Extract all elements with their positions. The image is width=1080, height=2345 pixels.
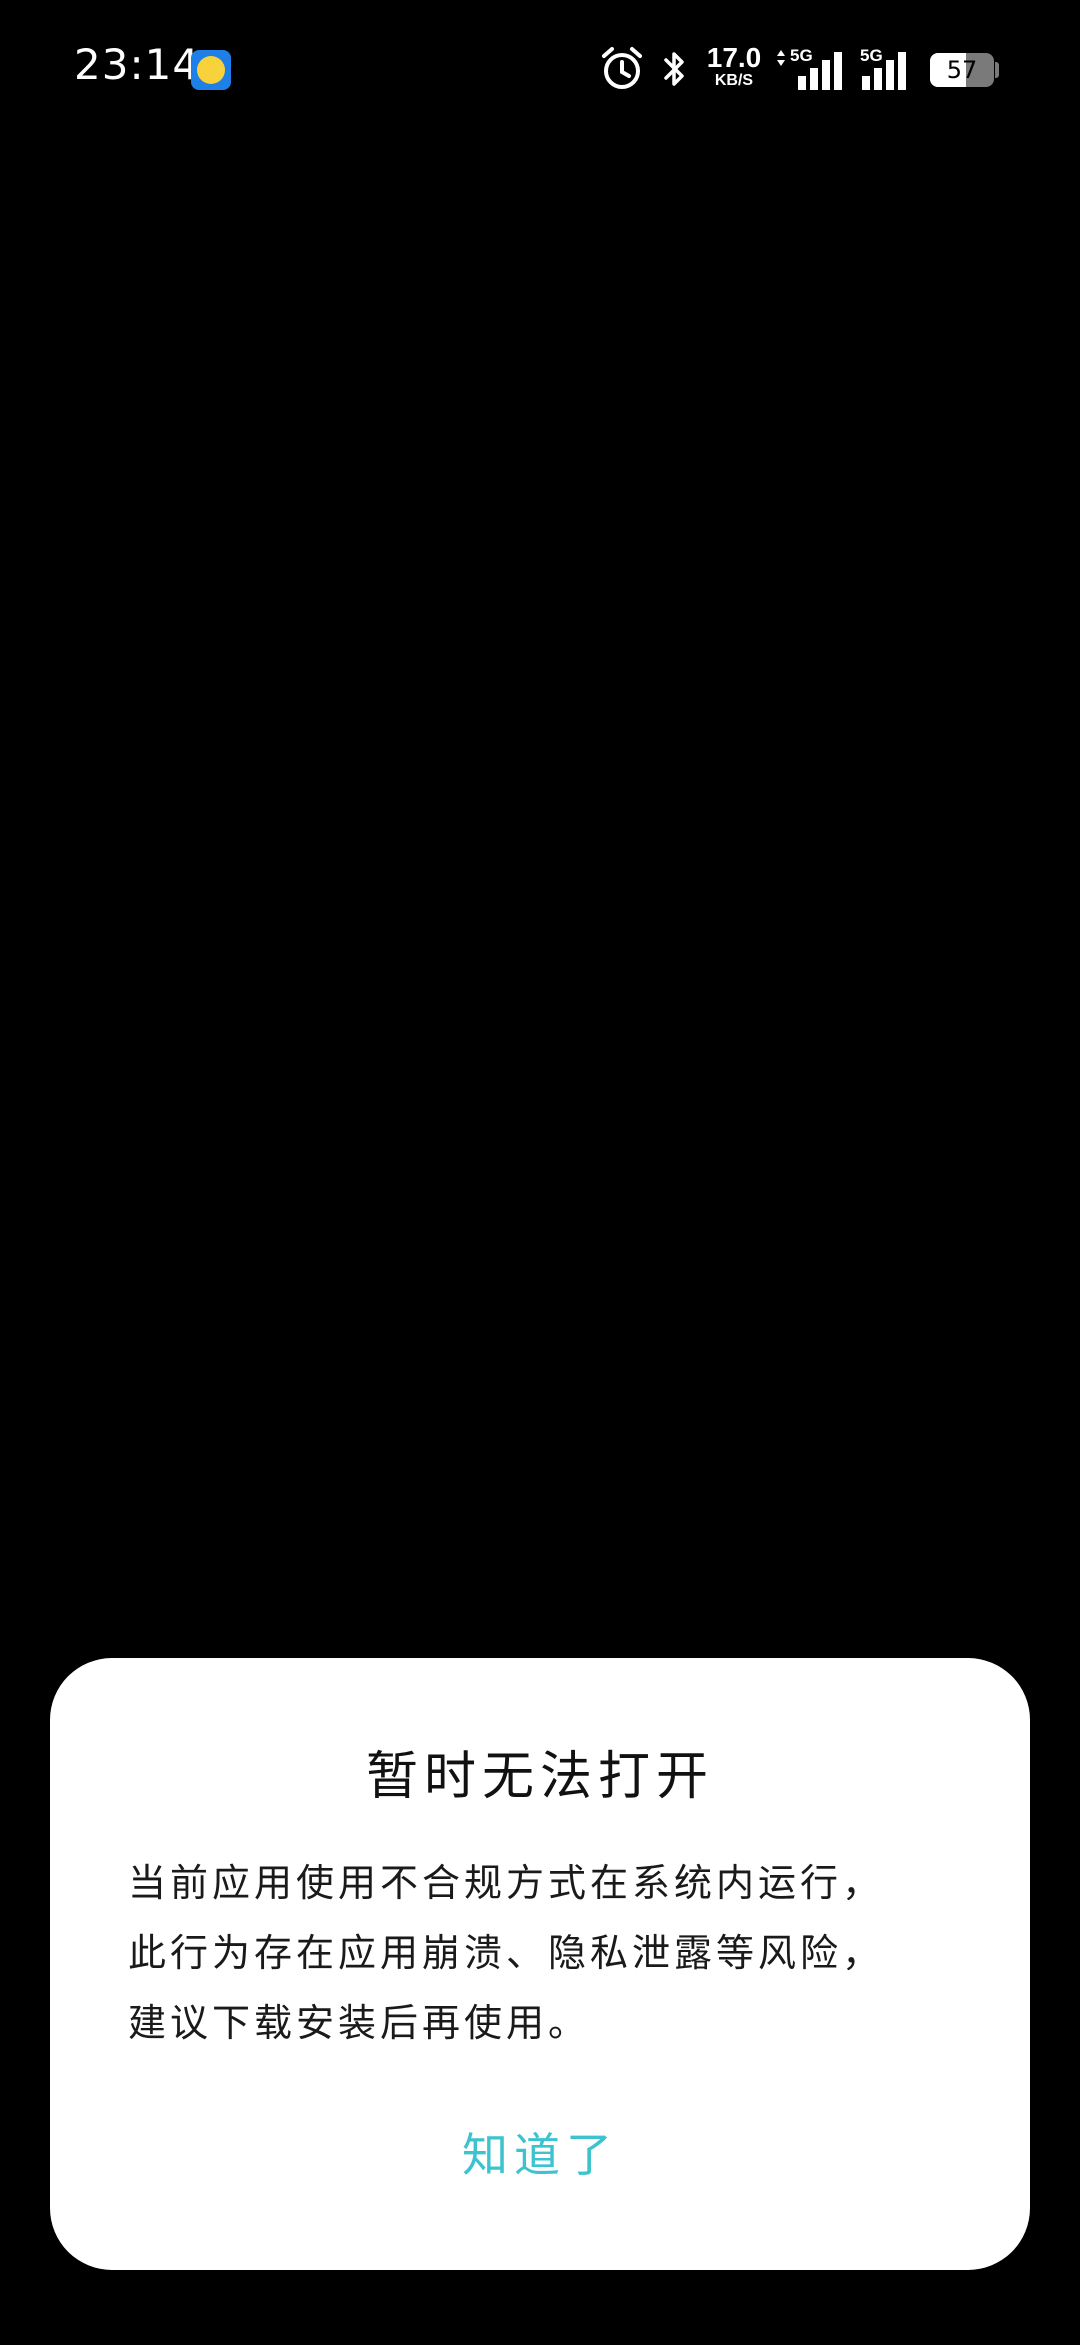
cannot-open-dialog: 暂时无法打开 当前应用使用不合规方式在系统内运行， 此行为存在应用崩溃、隐私泄露… [50, 1658, 1030, 2270]
battery-tip [995, 62, 999, 78]
got-it-button[interactable]: 知道了 [390, 2110, 690, 2200]
bluetooth-icon [664, 52, 684, 86]
network-speed-unit: KB/S [714, 72, 754, 89]
sim2-signal-icon [862, 52, 906, 90]
status-time: 23:14 [74, 40, 201, 89]
chick-icon [197, 56, 225, 84]
screen: 23:14 17.0 KB/S 5G 5G 57 暂时无法打开 当前应用使用不合… [0, 0, 1080, 2345]
dialog-message-line: 建议下载安装后再使用。 [128, 2001, 591, 2045]
dialog-message-line: 此行为存在应用崩溃、隐私泄露等风险， [128, 1931, 885, 1975]
status-bar: 23:14 17.0 KB/S 5G 5G 57 [0, 0, 1080, 140]
network-speed-value: 17.0 [706, 42, 762, 73]
alarm-icon [602, 47, 642, 89]
dialog-title: 暂时无法打开 [365, 1747, 714, 1807]
notification-app-icon [191, 50, 231, 90]
network-speed: 17.0 KB/S [706, 44, 762, 90]
battery-icon: 57 [930, 53, 994, 87]
sim1-signal-icon [777, 50, 842, 90]
battery-level: 57 [946, 56, 978, 84]
dialog-message: 当前应用使用不合规方式在系统内运行， 此行为存在应用崩溃、隐私泄露等风险， 建议… [128, 1848, 968, 2058]
dialog-message-line: 当前应用使用不合规方式在系统内运行， [128, 1861, 885, 1905]
